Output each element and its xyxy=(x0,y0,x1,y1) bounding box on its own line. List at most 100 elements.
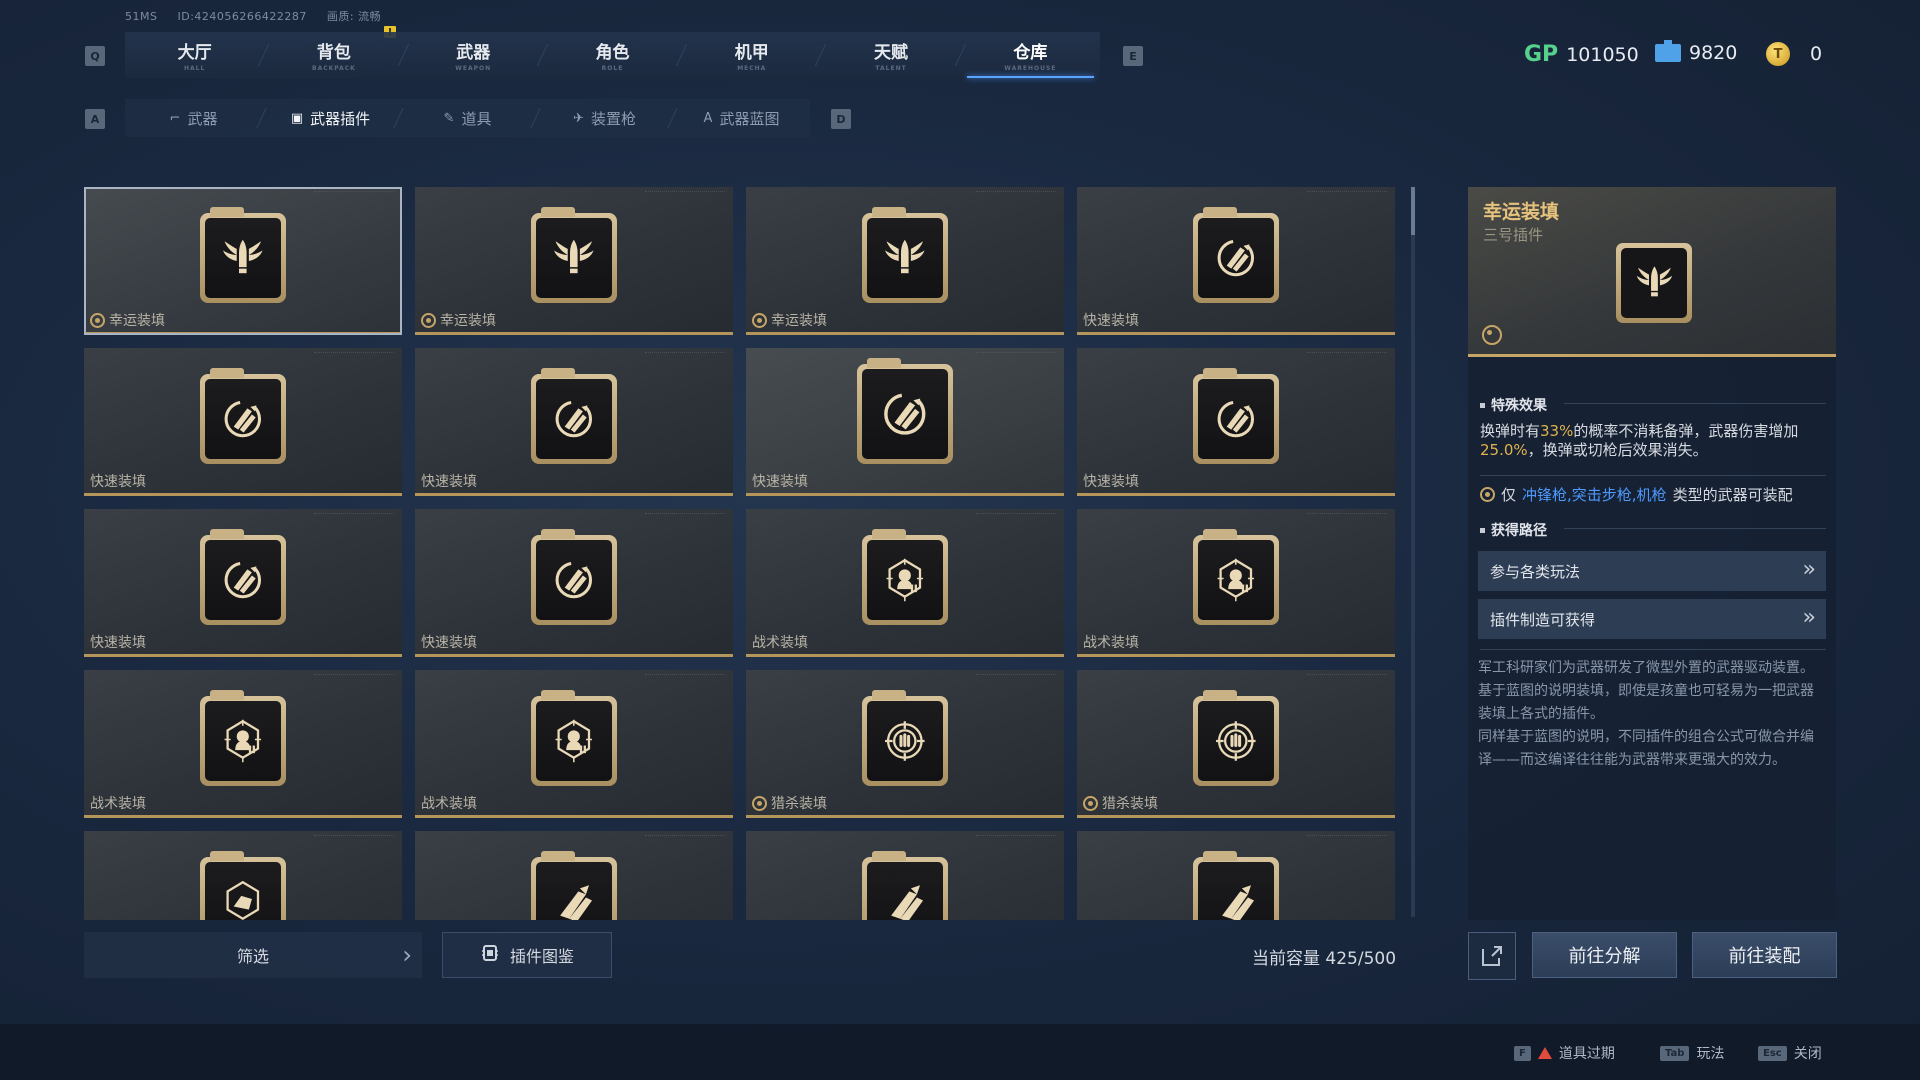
subtab-chip[interactable]: ▣ 武器插件 xyxy=(262,99,404,137)
subtab-label: 武器蓝图 xyxy=(719,109,780,128)
grid-scroll-thumb[interactable] xyxy=(1411,187,1415,235)
tab-warehouse[interactable]: 仓库 WAREHOUSE xyxy=(961,32,1100,78)
lore-line: 同样基于蓝图的说明，不同插件的组合公式可做合并编译——而这编译往往能为武器带来更… xyxy=(1478,729,1814,768)
hunt-reload-icon xyxy=(1198,701,1274,781)
tab-hall[interactable]: 大厅 HALL xyxy=(125,32,270,78)
plugin-card[interactable]: 快速装填 xyxy=(746,348,1064,496)
plugin-card[interactable]: 战术装填 xyxy=(84,670,402,818)
gear-badge-icon xyxy=(1480,487,1495,502)
plugin-card[interactable]: 快速装填 xyxy=(84,509,402,657)
lore-text: 军工科研家们为武器研发了微型外置的武器驱动装置。 基于蓝图的说明装填，即使是孩童也… xyxy=(1478,657,1826,772)
plugin-card[interactable]: 快速装填 xyxy=(415,348,733,496)
gp-currency: GP 101050 xyxy=(1524,42,1639,67)
plugin-name: 战术装填 xyxy=(421,796,477,812)
grid-scrollbar[interactable] xyxy=(1411,187,1415,917)
source-gameplay-button[interactable]: 参与各类玩法 » xyxy=(1478,551,1826,591)
plugin-icon-frame xyxy=(200,207,286,303)
plugin-card[interactable]: 猎杀装填 xyxy=(746,670,1064,818)
go-disassemble-button[interactable]: 前往分解 xyxy=(1532,932,1677,978)
plugin-card[interactable]: 快速装填 xyxy=(1077,348,1395,496)
hint-label: 道具过期 xyxy=(1558,1046,1615,1062)
key-esc: Esc xyxy=(1758,1045,1787,1061)
divider xyxy=(1564,403,1826,404)
plugin-name: 战术装填 xyxy=(752,635,808,651)
plugin-card[interactable] xyxy=(1077,831,1395,920)
plugin-label: 幸运装填 xyxy=(752,310,827,330)
plugin-label: 快速装填 xyxy=(421,471,477,491)
tab-role[interactable]: 角色 ROLE xyxy=(543,32,688,78)
plugin-card[interactable]: 战术装填 xyxy=(415,670,733,818)
gear-badge-icon xyxy=(1482,325,1502,345)
external-link-button[interactable] xyxy=(1468,932,1516,980)
fast-reload-icon xyxy=(205,540,281,620)
plugin-name: 战术装填 xyxy=(1083,635,1139,651)
plugin-name: 幸运装填 xyxy=(440,313,496,329)
plugin-card[interactable]: 战术装填 xyxy=(1077,509,1395,657)
key-d[interactable]: D xyxy=(831,109,851,129)
double-chevron-icon: » xyxy=(1802,605,1816,630)
subtab-rifle[interactable]: ⌐ 武器 xyxy=(125,99,267,137)
ticket-currency: 9820 xyxy=(1655,40,1737,64)
plugin-card[interactable]: 猎杀装填 xyxy=(1077,670,1395,818)
tactical-reload-icon xyxy=(1198,540,1274,620)
plugin-card[interactable] xyxy=(415,831,733,920)
plugin-grid: 幸运装填 幸运装填 幸运装填 快速装填 快速装填 快速装填 快速装填 快速装填 快速装填 快速装填… xyxy=(84,187,1396,920)
key-a[interactable]: A xyxy=(85,109,105,129)
source-craft-button[interactable]: 插件制造可获得 » xyxy=(1478,599,1826,639)
tactical-reload-icon xyxy=(867,540,943,620)
plugin-card[interactable]: 幸运装填 xyxy=(415,187,733,335)
tab-talent[interactable]: 天赋 TALENT xyxy=(821,32,966,78)
plugin-card[interactable]: 幸运装填 xyxy=(746,187,1064,335)
key-e[interactable]: E xyxy=(1123,46,1143,66)
plugin-icon-frame xyxy=(1193,368,1279,464)
detail-title: 幸运装填 xyxy=(1483,201,1560,223)
subtab-device-gun[interactable]: ✈ 装置枪 xyxy=(536,99,678,137)
plugin-card[interactable]: 快速装填 xyxy=(415,509,733,657)
plugin-name: 快速装填 xyxy=(1083,474,1139,490)
plugin-card[interactable]: 快速装填 xyxy=(1077,187,1395,335)
key-tab: Tab xyxy=(1660,1045,1690,1061)
source-label: 参与各类玩法 xyxy=(1490,562,1581,581)
tab-sublabel: ROLE xyxy=(601,65,624,72)
hint-close[interactable]: Esc 关闭 xyxy=(1758,1043,1822,1063)
subtab-item[interactable]: ✎ 道具 xyxy=(399,99,541,137)
plugin-icon-frame xyxy=(1193,851,1279,920)
plugin-icon-frame xyxy=(531,207,617,303)
fast-reload-icon xyxy=(862,369,948,459)
gear-badge-icon xyxy=(752,312,767,328)
chevron-right-icon: › xyxy=(402,941,412,969)
rocket-icon xyxy=(1198,862,1274,920)
fast-reload-icon xyxy=(205,379,281,459)
sub-tabs: ⌐ 武器 ▣ 武器插件 ✎ 道具 ✈ 装置枪 A 武器蓝图 xyxy=(125,99,810,137)
effect-heading: 特殊效果 xyxy=(1480,395,1547,415)
external-link-icon xyxy=(1482,946,1502,966)
plugin-icon-frame xyxy=(862,207,948,303)
filter-button[interactable]: 筛选 › xyxy=(84,932,422,978)
detail-panel: 幸运装填 三号插件 特殊效果 换弹时有33%的概率不消耗备弹，武器伤害增加25.… xyxy=(1468,187,1836,920)
plugin-name: 战术装填 xyxy=(90,796,146,812)
go-equip-button[interactable]: 前往装配 xyxy=(1692,932,1837,978)
chip-icon: ▣ xyxy=(290,110,304,126)
plugin-card[interactable]: 幸运装填 xyxy=(84,187,402,335)
capacity-label: 当前容量 xyxy=(1252,949,1320,969)
subtab-blueprint[interactable]: A 武器蓝图 xyxy=(673,99,810,137)
plugin-label: 猎杀装填 xyxy=(752,793,827,813)
source-label: 插件制造可获得 xyxy=(1490,610,1596,629)
hint-gameplay[interactable]: Tab 玩法 xyxy=(1660,1043,1724,1063)
tab-weapon[interactable]: 武器 WEAPON xyxy=(404,32,548,78)
key-f: F xyxy=(1514,1045,1531,1061)
plugin-card[interactable] xyxy=(84,831,402,920)
double-chevron-icon: » xyxy=(1802,557,1816,582)
tab-backpack[interactable]: 背包 BACKPACK xyxy=(264,32,409,78)
plugin-card[interactable]: 战术装填 xyxy=(746,509,1064,657)
plugin-card[interactable]: 快速装填 xyxy=(84,348,402,496)
subtab-label: 武器 xyxy=(187,109,218,128)
key-q[interactable]: Q xyxy=(85,46,105,66)
tab-mecha[interactable]: 机甲 MECHA xyxy=(682,32,827,78)
bullet-wings-icon xyxy=(867,218,943,298)
hint-expired[interactable]: F 道具过期 xyxy=(1514,1043,1615,1063)
item-icon: ✎ xyxy=(443,110,455,126)
plugin-card[interactable] xyxy=(746,831,1064,920)
restriction-text: 仅冲锋枪,突击步枪,机枪 类型的武器可装配 xyxy=(1480,484,1793,505)
plugin-atlas-button[interactable]: 插件图鉴 xyxy=(442,932,612,978)
